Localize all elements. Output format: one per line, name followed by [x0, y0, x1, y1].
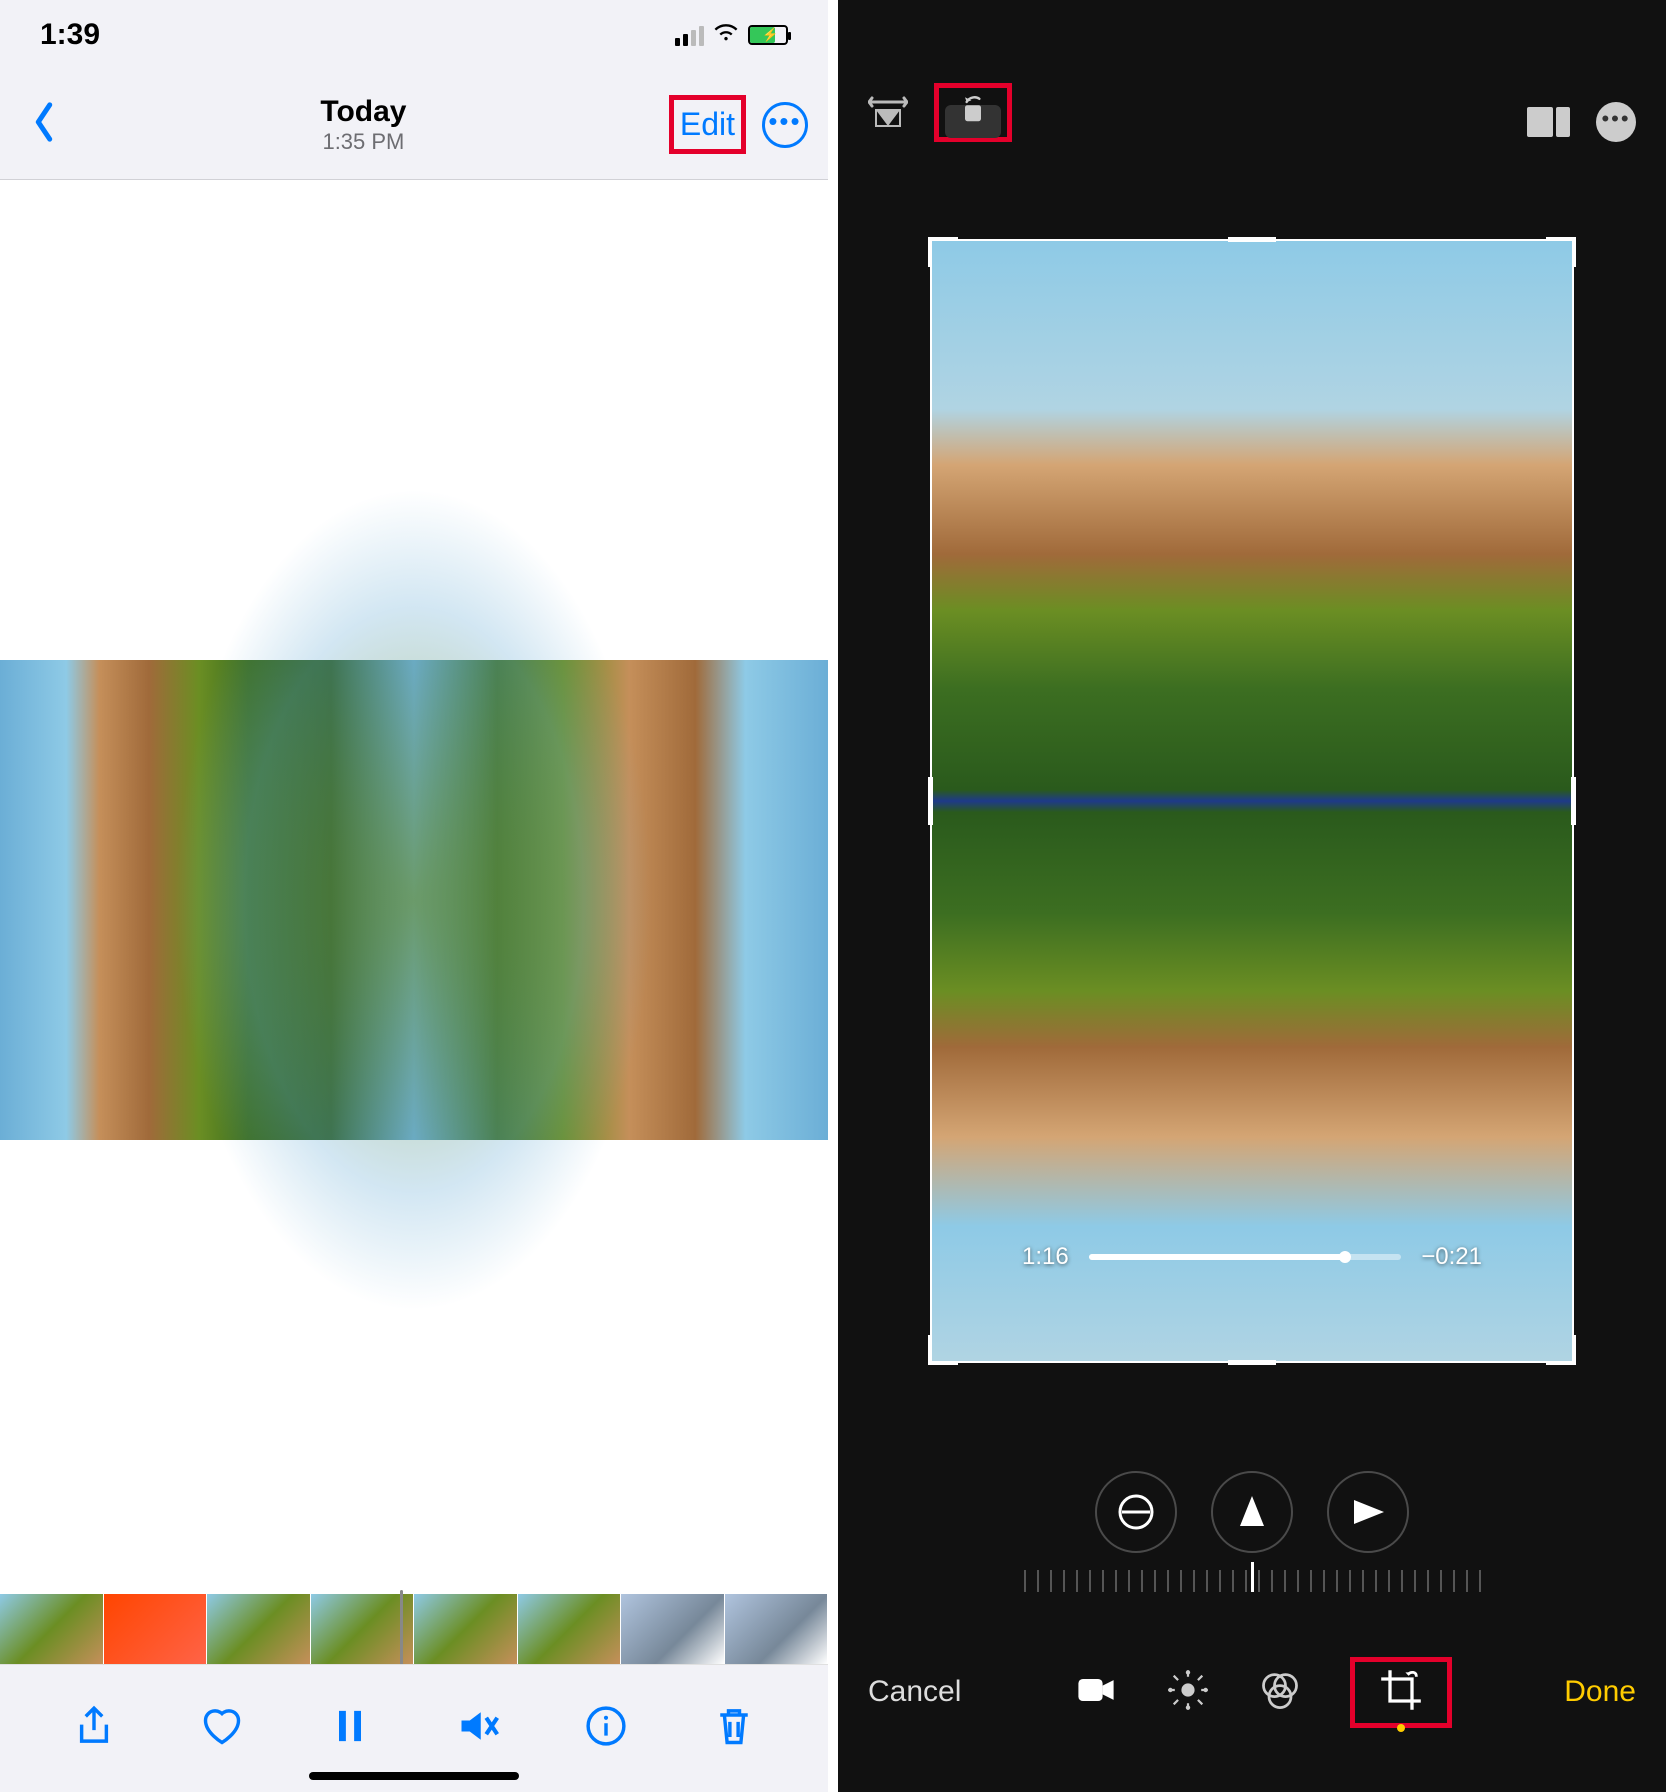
- pause-button[interactable]: [328, 1704, 372, 1753]
- crop-handle-tr[interactable]: [1546, 237, 1576, 267]
- crop-mode-button[interactable]: [1361, 1685, 1441, 1738]
- crop-canvas[interactable]: 1:16 −0:21: [838, 160, 1666, 1452]
- home-indicator[interactable]: [309, 1772, 519, 1780]
- adjust-mode-button[interactable]: [1166, 1668, 1210, 1717]
- horizontal-perspective-dial[interactable]: [1327, 1471, 1409, 1553]
- info-button[interactable]: [584, 1704, 628, 1753]
- crop-handle-bottom[interactable]: [1228, 1360, 1276, 1365]
- crop-handle-bl[interactable]: [928, 1335, 958, 1365]
- crop-handle-left[interactable]: [928, 777, 933, 825]
- film-frame[interactable]: [518, 1594, 622, 1664]
- share-button[interactable]: [72, 1704, 116, 1753]
- ruler-center-tick: [1251, 1562, 1254, 1592]
- status-time: 1:39: [40, 18, 100, 52]
- adjustment-dials: [838, 1452, 1666, 1562]
- favorite-button[interactable]: [200, 1704, 244, 1753]
- status-bar: 1:39 ⚡: [0, 0, 828, 70]
- scrubber-track[interactable]: [1089, 1254, 1402, 1260]
- crop-handle-tl[interactable]: [928, 237, 958, 267]
- battery-icon: ⚡: [748, 25, 788, 45]
- edit-highlight: Edit: [669, 95, 746, 154]
- rotate-highlight: [934, 83, 1012, 142]
- film-frame[interactable]: [104, 1594, 208, 1664]
- done-button[interactable]: Done: [1564, 1675, 1636, 1709]
- angle-ruler[interactable]: [838, 1562, 1666, 1632]
- editor-pane: ••• 1:16 −0:21: [838, 0, 1666, 1792]
- nav-title: Today: [320, 95, 406, 129]
- main-photo: [0, 660, 828, 1140]
- nav-subtitle: 1:35 PM: [320, 129, 406, 155]
- film-frame[interactable]: [725, 1594, 829, 1664]
- filters-mode-button[interactable]: [1258, 1668, 1302, 1717]
- crop-handle-br[interactable]: [1546, 1335, 1576, 1365]
- crop-mode-highlight: [1350, 1657, 1452, 1728]
- remaining-time: −0:21: [1421, 1243, 1482, 1271]
- crop-handle-right[interactable]: [1571, 777, 1576, 825]
- cancel-button[interactable]: Cancel: [868, 1675, 961, 1709]
- nav-bar: Today 1:35 PM Edit •••: [0, 70, 828, 180]
- cellular-signal-icon: [675, 24, 704, 46]
- elapsed-time: 1:16: [1022, 1243, 1069, 1271]
- editor-top-toolbar: •••: [838, 0, 1666, 160]
- editor-bottom-bar: Cancel Done: [838, 1632, 1666, 1792]
- video-filmstrip[interactable]: [0, 1594, 828, 1664]
- rotate-button[interactable]: [945, 105, 1001, 138]
- editor-more-button[interactable]: •••: [1596, 102, 1636, 142]
- film-frame[interactable]: [414, 1594, 518, 1664]
- scrubber-knob[interactable]: [1339, 1251, 1351, 1263]
- edit-button[interactable]: Edit: [680, 106, 735, 142]
- photos-viewer-pane: 1:39 ⚡ Today 1:35 PM Edit •••: [0, 0, 828, 1792]
- active-mode-dot: [1397, 1724, 1405, 1732]
- nav-title-group: Today 1:35 PM: [320, 95, 406, 155]
- wifi-icon: [712, 17, 740, 53]
- film-frame[interactable]: [207, 1594, 311, 1664]
- back-button[interactable]: [30, 102, 58, 147]
- status-indicators: ⚡: [675, 17, 788, 53]
- video-playback-bar[interactable]: 1:16 −0:21: [1022, 1243, 1482, 1271]
- video-mode-button[interactable]: [1074, 1668, 1118, 1717]
- crop-handle-top[interactable]: [1228, 237, 1276, 242]
- delete-button[interactable]: [712, 1704, 756, 1753]
- crop-frame[interactable]: 1:16 −0:21: [932, 241, 1572, 1361]
- aspect-ratio-button[interactable]: [1527, 107, 1570, 137]
- vertical-perspective-dial[interactable]: [1211, 1471, 1293, 1553]
- film-frame[interactable]: [621, 1594, 725, 1664]
- photo-area[interactable]: [0, 180, 828, 1792]
- film-frame[interactable]: [0, 1594, 104, 1664]
- flip-button[interactable]: [868, 90, 908, 135]
- mute-button[interactable]: [456, 1704, 500, 1753]
- filmstrip-playhead[interactable]: [400, 1590, 403, 1668]
- film-frame[interactable]: [311, 1594, 415, 1664]
- straighten-dial[interactable]: [1095, 1471, 1177, 1553]
- more-button[interactable]: •••: [762, 102, 808, 148]
